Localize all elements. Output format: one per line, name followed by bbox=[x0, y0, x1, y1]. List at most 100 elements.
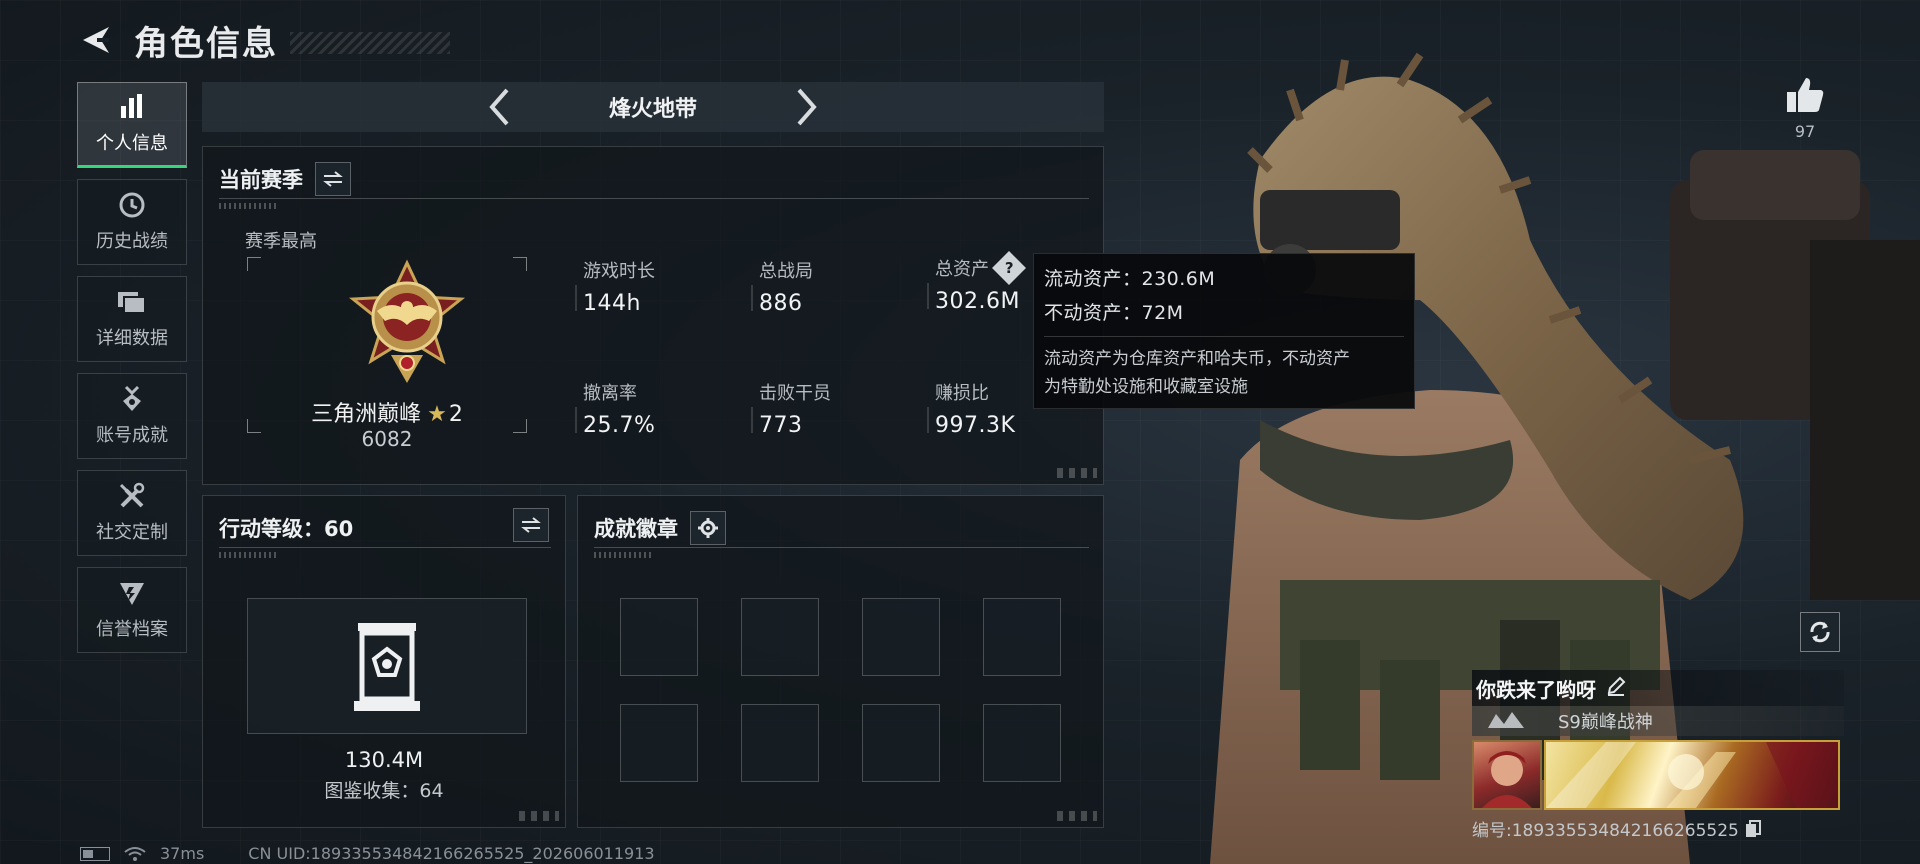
nav-match-history[interactable]: 历史战绩 bbox=[77, 179, 187, 265]
banner-art-image bbox=[1544, 740, 1840, 810]
badge-slot[interactable] bbox=[741, 704, 819, 782]
chevron-right-icon bbox=[797, 88, 817, 126]
profile-banner[interactable] bbox=[1472, 740, 1844, 810]
nav-personal-info[interactable]: 个人信息 bbox=[77, 82, 187, 168]
badge-slot[interactable] bbox=[862, 704, 940, 782]
medal-icon bbox=[116, 385, 148, 413]
stat-value: 144h bbox=[583, 291, 641, 316]
avatar-portrait-icon bbox=[1482, 751, 1532, 808]
profile-name: 你跌来了哟呀 bbox=[1476, 677, 1596, 702]
back-button[interactable] bbox=[76, 20, 116, 60]
ping-value: 37ms bbox=[160, 844, 205, 863]
header-decoration bbox=[219, 203, 279, 209]
stat-value: 886 bbox=[759, 291, 803, 316]
rank-stars: 2 bbox=[448, 402, 463, 427]
stat-operators-defeated: 击败干员 773 bbox=[751, 379, 909, 438]
collection-card[interactable] bbox=[247, 598, 527, 734]
mode-next-button[interactable] bbox=[783, 84, 829, 130]
badge-grid bbox=[620, 598, 1061, 782]
like-button[interactable] bbox=[1780, 76, 1830, 118]
edit-name-button[interactable] bbox=[1606, 676, 1626, 700]
nav-label: 信誉档案 bbox=[96, 619, 168, 640]
badge-slot[interactable] bbox=[741, 598, 819, 676]
badge-slot[interactable] bbox=[983, 704, 1061, 782]
badges-settings-button[interactable] bbox=[690, 510, 726, 545]
stat-label: 击败干员 bbox=[759, 383, 831, 404]
collection-count: 图鉴收集：64 bbox=[324, 780, 444, 802]
tools-icon bbox=[116, 482, 148, 510]
stat-label: 撤离率 bbox=[583, 383, 637, 404]
bar-chart-icon bbox=[116, 93, 148, 121]
thumbs-up-icon bbox=[1787, 78, 1824, 112]
stat-extract-rate: 撤离率 25.7% bbox=[575, 379, 733, 438]
rank-score: 6082 bbox=[361, 427, 413, 451]
back-arrow-icon bbox=[83, 27, 109, 53]
nav-label: 账号成就 bbox=[96, 425, 168, 446]
nav-detailed-data[interactable]: 详细数据 bbox=[77, 276, 187, 362]
nav-label: 详细数据 bbox=[96, 328, 168, 349]
season-switch-button[interactable] bbox=[315, 161, 351, 196]
rank-emblem-icon bbox=[348, 259, 466, 383]
copy-id-button[interactable] bbox=[1745, 819, 1761, 838]
stat-divider bbox=[927, 407, 929, 433]
level-panel: 行动等级：60 130.4M 图鉴收集：64 bbox=[202, 495, 566, 828]
avatar bbox=[1472, 740, 1542, 810]
gear-icon bbox=[698, 517, 718, 538]
season-best-label: 赛季最高 bbox=[245, 231, 317, 252]
frame-corner bbox=[247, 257, 261, 271]
side-navigation: 个人信息 历史战绩 详细数据 账号成就 社交定制 信誉档案 bbox=[77, 82, 187, 664]
tooltip-fixed-assets: 不动资产：72M bbox=[1044, 302, 1184, 324]
mode-switcher: 烽火地带 bbox=[202, 82, 1104, 132]
stat-divider bbox=[927, 283, 929, 309]
uid-text: CN UID:18933553484216626552​5_2026060119… bbox=[248, 844, 655, 863]
badge-slot[interactable] bbox=[862, 598, 940, 676]
like-area: 97 bbox=[1780, 76, 1830, 141]
help-icon[interactable]: ? bbox=[992, 251, 1026, 285]
stat-divider bbox=[751, 285, 753, 311]
page-header: 角色信息 bbox=[76, 14, 450, 66]
refresh-button[interactable] bbox=[1800, 612, 1840, 652]
title-emblem-icon bbox=[1488, 712, 1524, 728]
stat-value: 997.3K bbox=[935, 413, 1016, 438]
badges-title: 成就徽章 bbox=[594, 516, 678, 541]
stat-label: 总战局 bbox=[759, 261, 813, 282]
chevron-left-icon bbox=[489, 88, 509, 126]
badge-slot[interactable] bbox=[620, 598, 698, 676]
badges-panel-header: 成就徽章 bbox=[594, 508, 1089, 548]
corner-decoration bbox=[519, 811, 559, 821]
nav-social-custom[interactable]: 社交定制 bbox=[77, 470, 187, 556]
nav-reputation-file[interactable]: 信誉档案 bbox=[77, 567, 187, 653]
season-title: 当前赛季 bbox=[219, 167, 303, 192]
season-panel: 当前赛季 赛季最高 三角洲巅峰 ★2 6082 游戏时长 144h 总战局 88… bbox=[202, 146, 1104, 485]
battery-icon bbox=[80, 846, 110, 861]
profile-title-row: S9巅峰战神 bbox=[1472, 706, 1844, 736]
clock-icon bbox=[116, 191, 148, 219]
mode-name: 烽火地带 bbox=[608, 97, 697, 122]
tooltip-description-line: 为特勤处设施和收藏室设施 bbox=[1044, 377, 1248, 397]
stat-label: 游戏时长 bbox=[583, 261, 655, 282]
profile-name-row: 你跌来了哟呀 bbox=[1472, 670, 1844, 706]
swap-icon bbox=[323, 170, 343, 187]
badges-panel: 成就徽章 bbox=[577, 495, 1104, 828]
nav-label: 历史战绩 bbox=[96, 231, 168, 252]
badge-slot[interactable] bbox=[620, 704, 698, 782]
stat-divider bbox=[575, 407, 577, 433]
collection-display-icon bbox=[354, 623, 420, 711]
nav-label: 个人信息 bbox=[96, 133, 168, 154]
rank-frame: 三角洲巅峰 ★2 6082 bbox=[247, 257, 527, 451]
level-title: 行动等级：60 bbox=[219, 516, 354, 541]
pencil-icon bbox=[1607, 676, 1626, 696]
stat-play-time: 游戏时长 144h bbox=[575, 257, 733, 316]
collection-value: 130.4M bbox=[344, 748, 424, 772]
mode-prev-button[interactable] bbox=[477, 84, 523, 130]
level-switch-button[interactable] bbox=[513, 508, 549, 542]
stat-total-matches: 总战局 886 bbox=[751, 257, 909, 316]
level-panel-header: 行动等级：60 bbox=[219, 508, 551, 548]
badge-slot[interactable] bbox=[983, 598, 1061, 676]
corner-decoration bbox=[1057, 468, 1097, 478]
swap-icon bbox=[521, 517, 541, 533]
like-count: 97 bbox=[1794, 122, 1816, 141]
shield-badge-icon bbox=[116, 579, 148, 607]
nav-account-achievements[interactable]: 账号成就 bbox=[77, 373, 187, 459]
stat-value: 25.7% bbox=[583, 413, 656, 438]
